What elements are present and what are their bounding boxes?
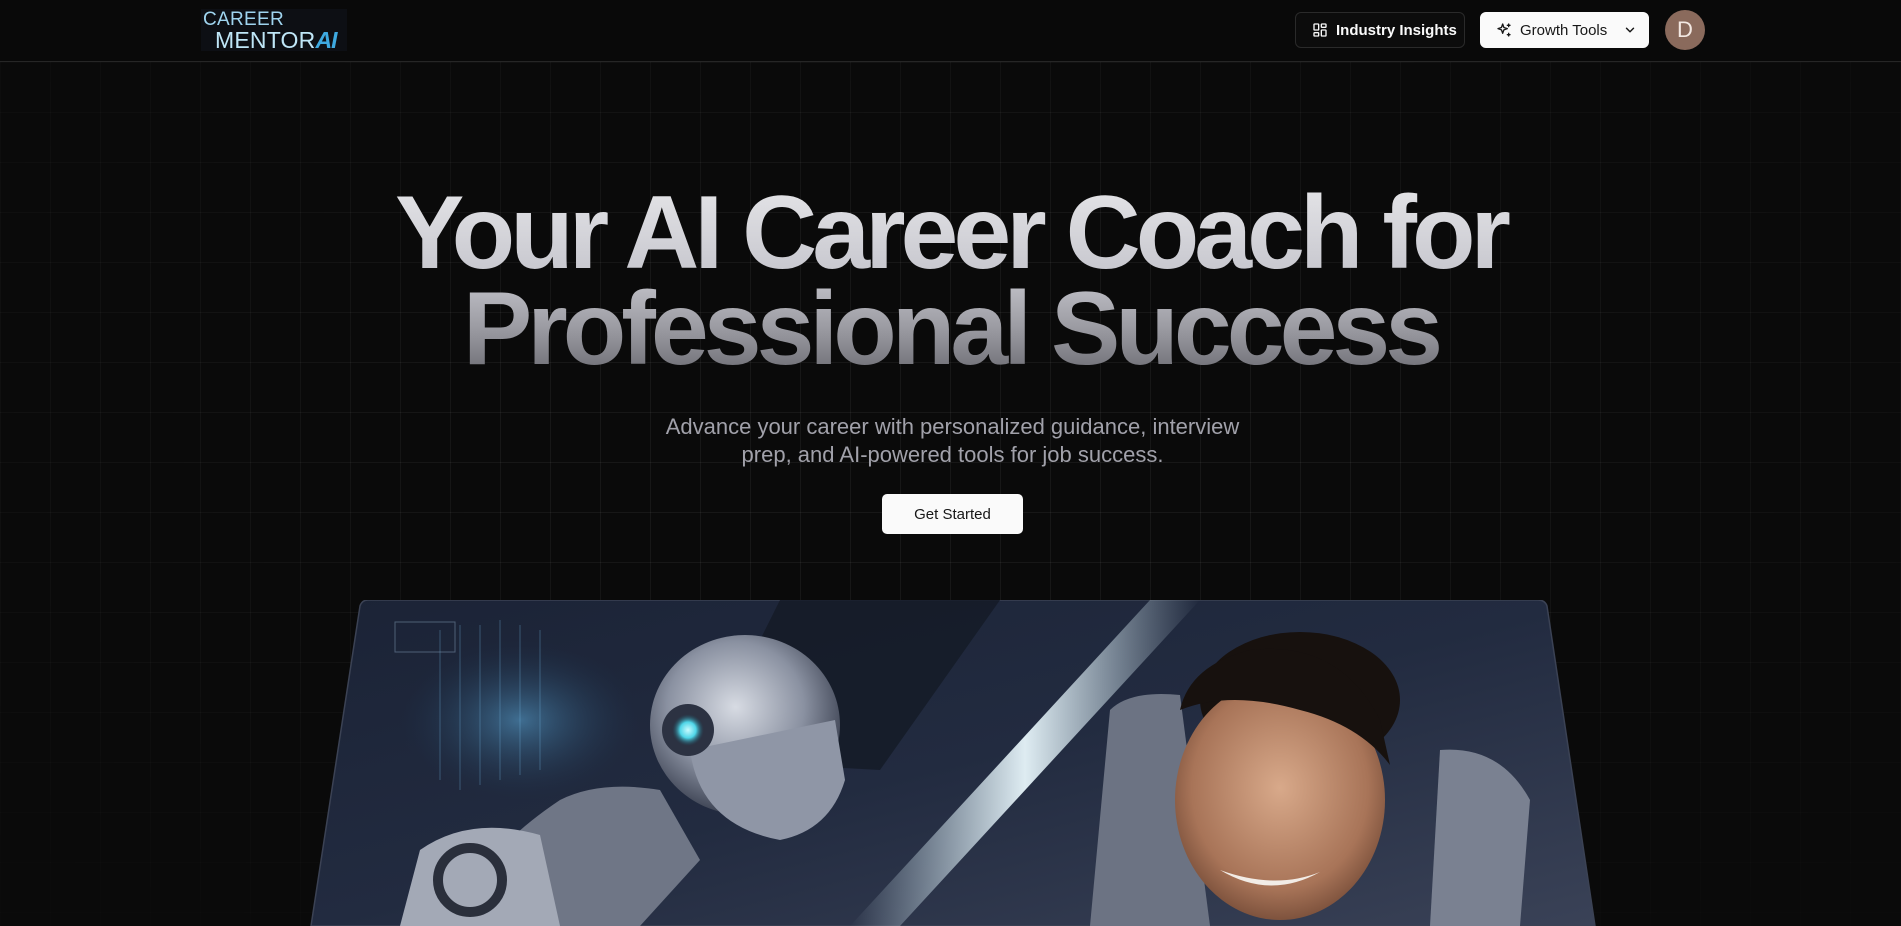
logo[interactable]: CAREER MENTORAI [201, 9, 347, 53]
logo-mentor: MENTOR [215, 27, 316, 53]
landing-page: CAREER MENTORAI Industry Insights Growth… [0, 0, 1901, 926]
hero-title-line2: Professional Success [462, 271, 1439, 387]
user-avatar[interactable]: D [1665, 10, 1705, 50]
site-header: CAREER MENTORAI Industry Insights Growth… [0, 0, 1901, 62]
get-started-button[interactable]: Get Started [882, 494, 1023, 534]
logo-ai: AI [315, 27, 337, 53]
chevron-down-icon [1623, 23, 1637, 37]
robot-and-person-illustration [310, 600, 1596, 926]
stars-icon [1496, 22, 1512, 38]
hero-title-line1: Your AI Career Coach for [395, 175, 1506, 291]
industry-insights-button[interactable]: Industry Insights [1295, 12, 1465, 48]
hero-subtitle: Advance your career with personalized gu… [665, 414, 1240, 467]
get-started-label: Get Started [914, 505, 991, 523]
logo-line2: MENTORAI [215, 27, 337, 53]
growth-tools-label: Growth Tools [1520, 21, 1608, 39]
industry-insights-label: Industry Insights [1336, 21, 1457, 39]
hero-title: Your AI Career Coach for Professional Su… [0, 185, 1901, 377]
avatar-initial: D [1677, 17, 1693, 42]
layout-dashboard-icon [1312, 22, 1328, 38]
growth-tools-button[interactable]: Growth Tools [1480, 12, 1649, 48]
hero-banner-image [0, 600, 1901, 926]
